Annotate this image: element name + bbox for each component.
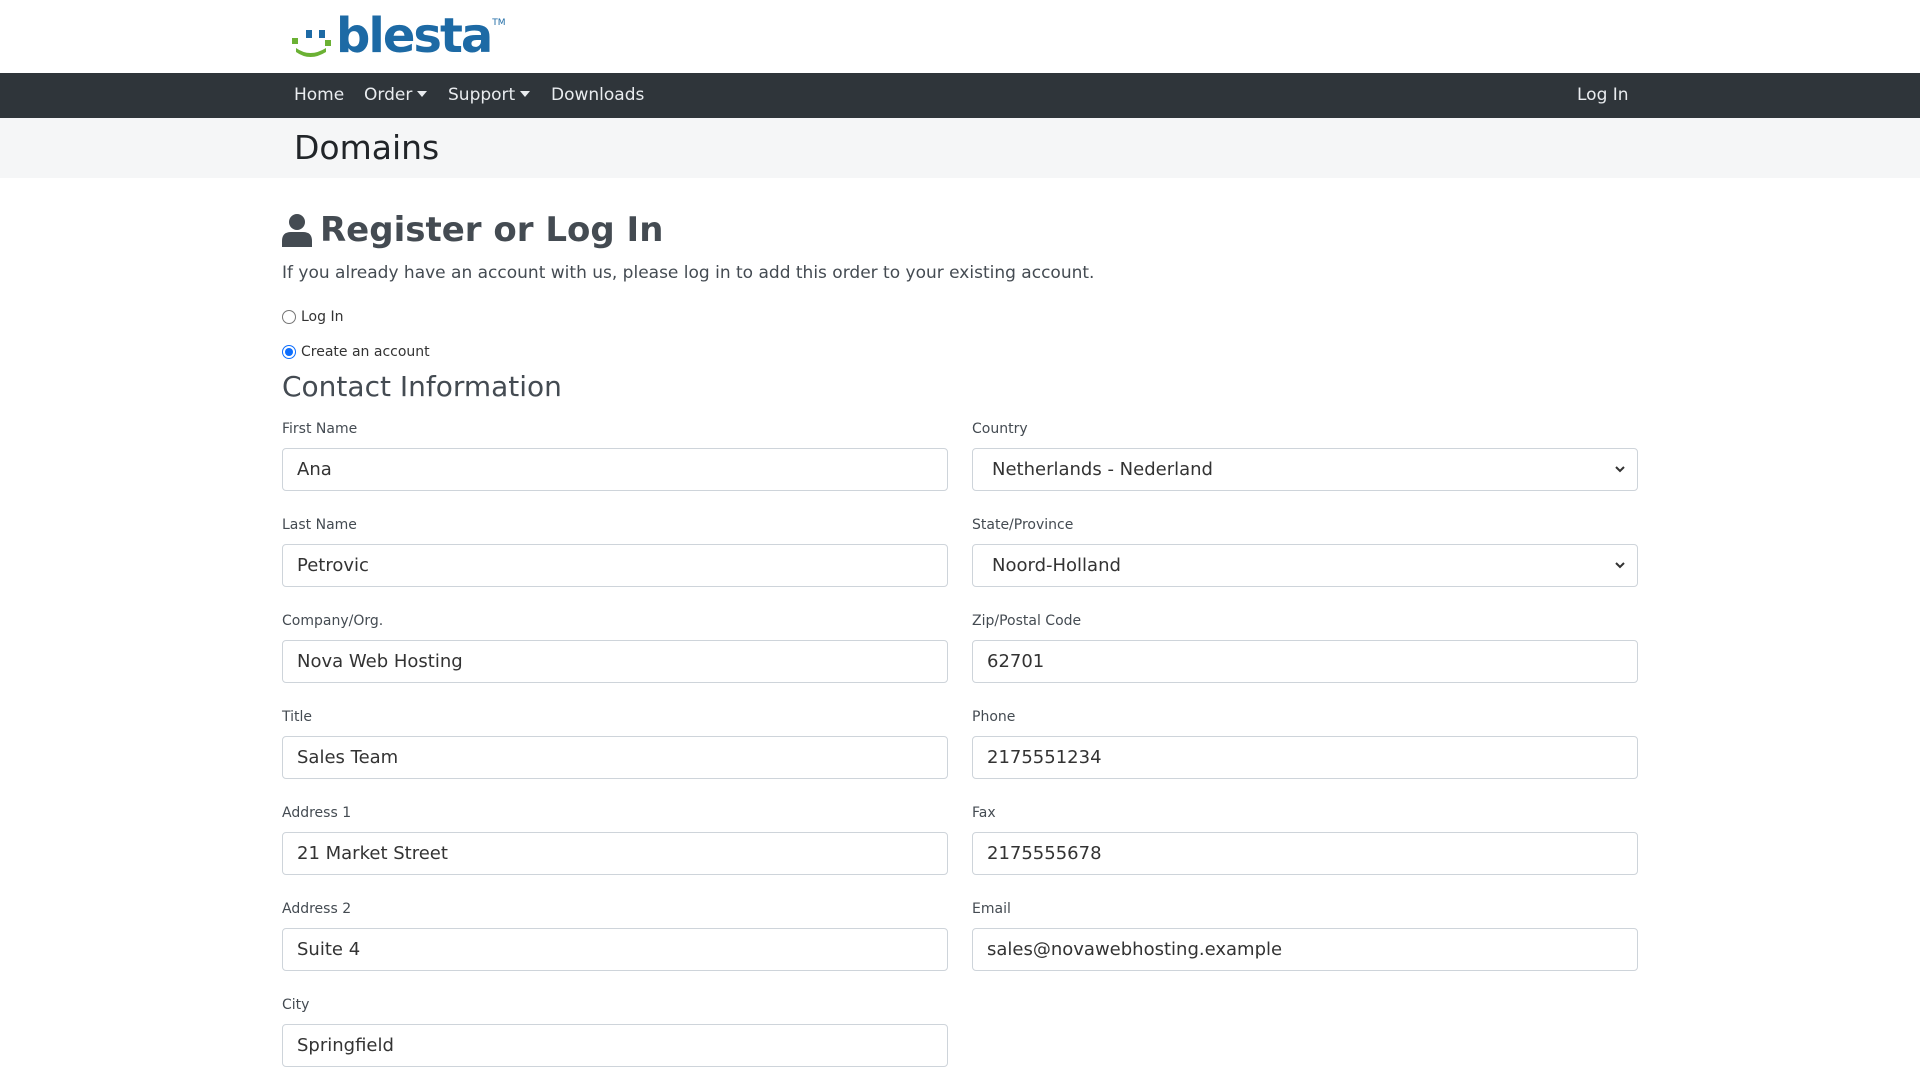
logo-text: blesta [336,8,493,64]
blesta-logo-icon [292,30,331,57]
country-label: Country [972,421,1028,437]
login-option[interactable]: Log In [282,309,343,325]
caret-down-icon [417,90,428,97]
zip-label: Zip/Postal Code [972,613,1082,629]
phone-label: Phone [972,709,1016,725]
nav-order-dropdown[interactable]: Order [364,73,428,118]
email-input[interactable]: sales@novawebhosting.example [972,928,1638,971]
nav-login-link[interactable]: Log In [1577,73,1629,118]
first-name-label: First Name [282,421,358,437]
create-account-radio[interactable] [282,345,296,359]
chevron-down-icon [1615,466,1625,473]
company-input[interactable]: Nova Web Hosting [282,640,948,683]
address2-group: Address 2 Suite 4 [282,900,948,971]
last-name-label: Last Name [282,517,357,533]
fax-group: Fax 2175555678 [972,804,1638,875]
email-group: Email sales@novawebhosting.example [972,900,1638,971]
address1-label: Address 1 [282,805,352,821]
register-heading: Register or Log In [282,210,663,250]
city-label: City [282,997,310,1013]
page-title-band: Domains [0,118,1920,178]
phone-input[interactable]: 2175551234 [972,736,1638,779]
login-option-label: Log In [301,309,344,325]
country-select[interactable]: Netherlands - Nederland [972,448,1638,491]
address1-group: Address 1 21 Market Street [282,804,948,875]
address2-label: Address 2 [282,901,352,917]
caret-down-icon [520,90,531,97]
nav-downloads-link[interactable]: Downloads [551,73,644,118]
top-navbar: Home Order Support Downloads Log In [0,73,1920,118]
city-group: City Springfield [282,996,948,1067]
title-input[interactable]: Sales Team [282,736,948,779]
register-heading-text: Register or Log In [320,210,664,250]
chevron-down-icon [1615,562,1625,569]
email-label: Email [972,901,1011,917]
fax-input[interactable]: 2175555678 [972,832,1638,875]
nav-order-label: Order [364,85,413,105]
nav-support-label: Support [448,85,516,105]
country-group: Country Netherlands - Nederland [972,420,1638,491]
logo-bar: blesta TM [0,0,1920,73]
title-label: Title [282,709,313,725]
first-name-input[interactable]: Ana [282,448,948,491]
title-group: Title Sales Team [282,708,948,779]
first-name-group: First Name Ana [282,420,948,491]
logo-trademark: TM [492,18,506,28]
register-intro-text: If you already have an account with us, … [282,263,1095,283]
brand-logo[interactable]: blesta TM [292,12,506,60]
create-account-option[interactable]: Create an account [282,344,430,360]
last-name-group: Last Name Petrovic [282,516,948,587]
zip-group: Zip/Postal Code 62701 [972,612,1638,683]
state-select[interactable]: Noord-Holland [972,544,1638,587]
address1-input[interactable]: 21 Market Street [282,832,948,875]
company-group: Company/Org. Nova Web Hosting [282,612,948,683]
page-title: Domains [294,128,440,167]
state-selected-value: Noord-Holland [992,555,1121,576]
nav-support-dropdown[interactable]: Support [448,73,531,118]
contact-information-heading: Contact Information [282,370,562,403]
login-radio[interactable] [282,310,296,324]
last-name-input[interactable]: Petrovic [282,544,948,587]
state-label: State/Province [972,517,1074,533]
user-icon [282,214,312,247]
nav-home-link[interactable]: Home [294,73,344,118]
city-input[interactable]: Springfield [282,1024,948,1067]
state-group: State/Province Noord-Holland [972,516,1638,587]
zip-input[interactable]: 62701 [972,640,1638,683]
phone-group: Phone 2175551234 [972,708,1638,779]
address2-input[interactable]: Suite 4 [282,928,948,971]
fax-label: Fax [972,805,996,821]
create-account-option-label: Create an account [301,344,430,360]
country-selected-value: Netherlands - Nederland [992,459,1213,480]
company-label: Company/Org. [282,613,384,629]
